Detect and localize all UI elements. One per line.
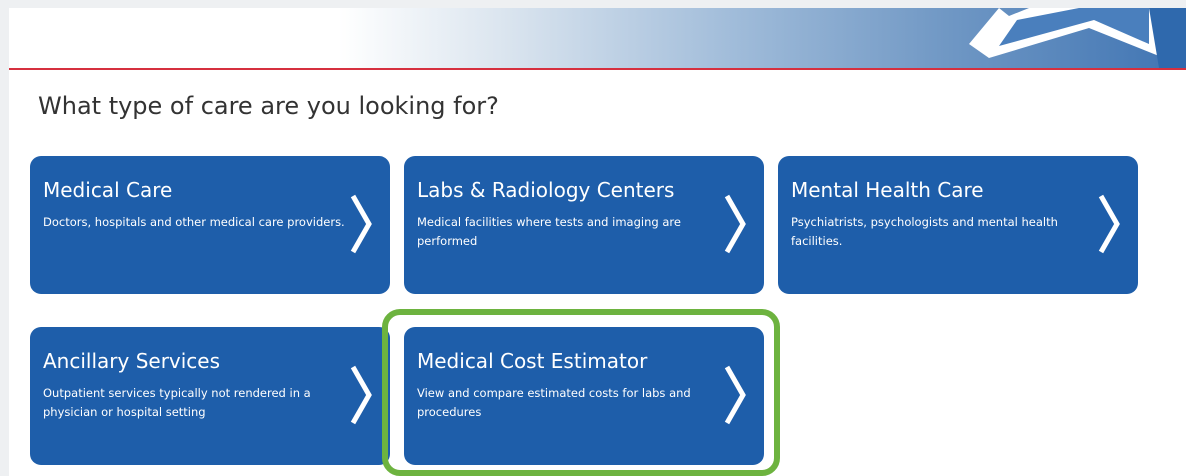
card-ancillary-services[interactable]: Ancillary Services Outpatient services t…	[30, 327, 390, 465]
card-medical-cost-estimator[interactable]: Medical Cost Estimator View and compare …	[404, 327, 764, 465]
chevron-right-icon	[1098, 194, 1120, 254]
card-description: Psychiatrists, psychologists and mental …	[791, 215, 1058, 248]
page: What type of care are you looking for? M…	[9, 8, 1186, 476]
card-labs-radiology[interactable]: Labs & Radiology Centers Medical facilit…	[404, 156, 764, 294]
card-title: Medical Cost Estimator	[417, 349, 648, 373]
card-description: Medical facilities where tests and imagi…	[417, 215, 681, 248]
card-description: Outpatient services typically not render…	[43, 386, 311, 419]
card-title: Ancillary Services	[43, 349, 221, 373]
card-title: Mental Health Care	[791, 178, 984, 202]
card-title: Labs & Radiology Centers	[417, 178, 675, 202]
chevron-right-icon	[724, 194, 746, 254]
chevron-right-icon	[724, 365, 746, 425]
card-medical-care[interactable]: Medical Care Doctors, hospitals and othe…	[30, 156, 390, 294]
star-icon	[969, 8, 1186, 68]
chevron-right-icon	[350, 365, 372, 425]
card-description: Doctors, hospitals and other medical car…	[43, 215, 345, 229]
card-description: View and compare estimated costs for lab…	[417, 386, 691, 419]
chevron-right-icon	[350, 194, 372, 254]
page-title: What type of care are you looking for?	[38, 92, 499, 120]
card-title: Medical Care	[43, 178, 173, 202]
card-mental-health[interactable]: Mental Health Care Psychiatrists, psycho…	[778, 156, 1138, 294]
header-banner	[9, 8, 1186, 70]
